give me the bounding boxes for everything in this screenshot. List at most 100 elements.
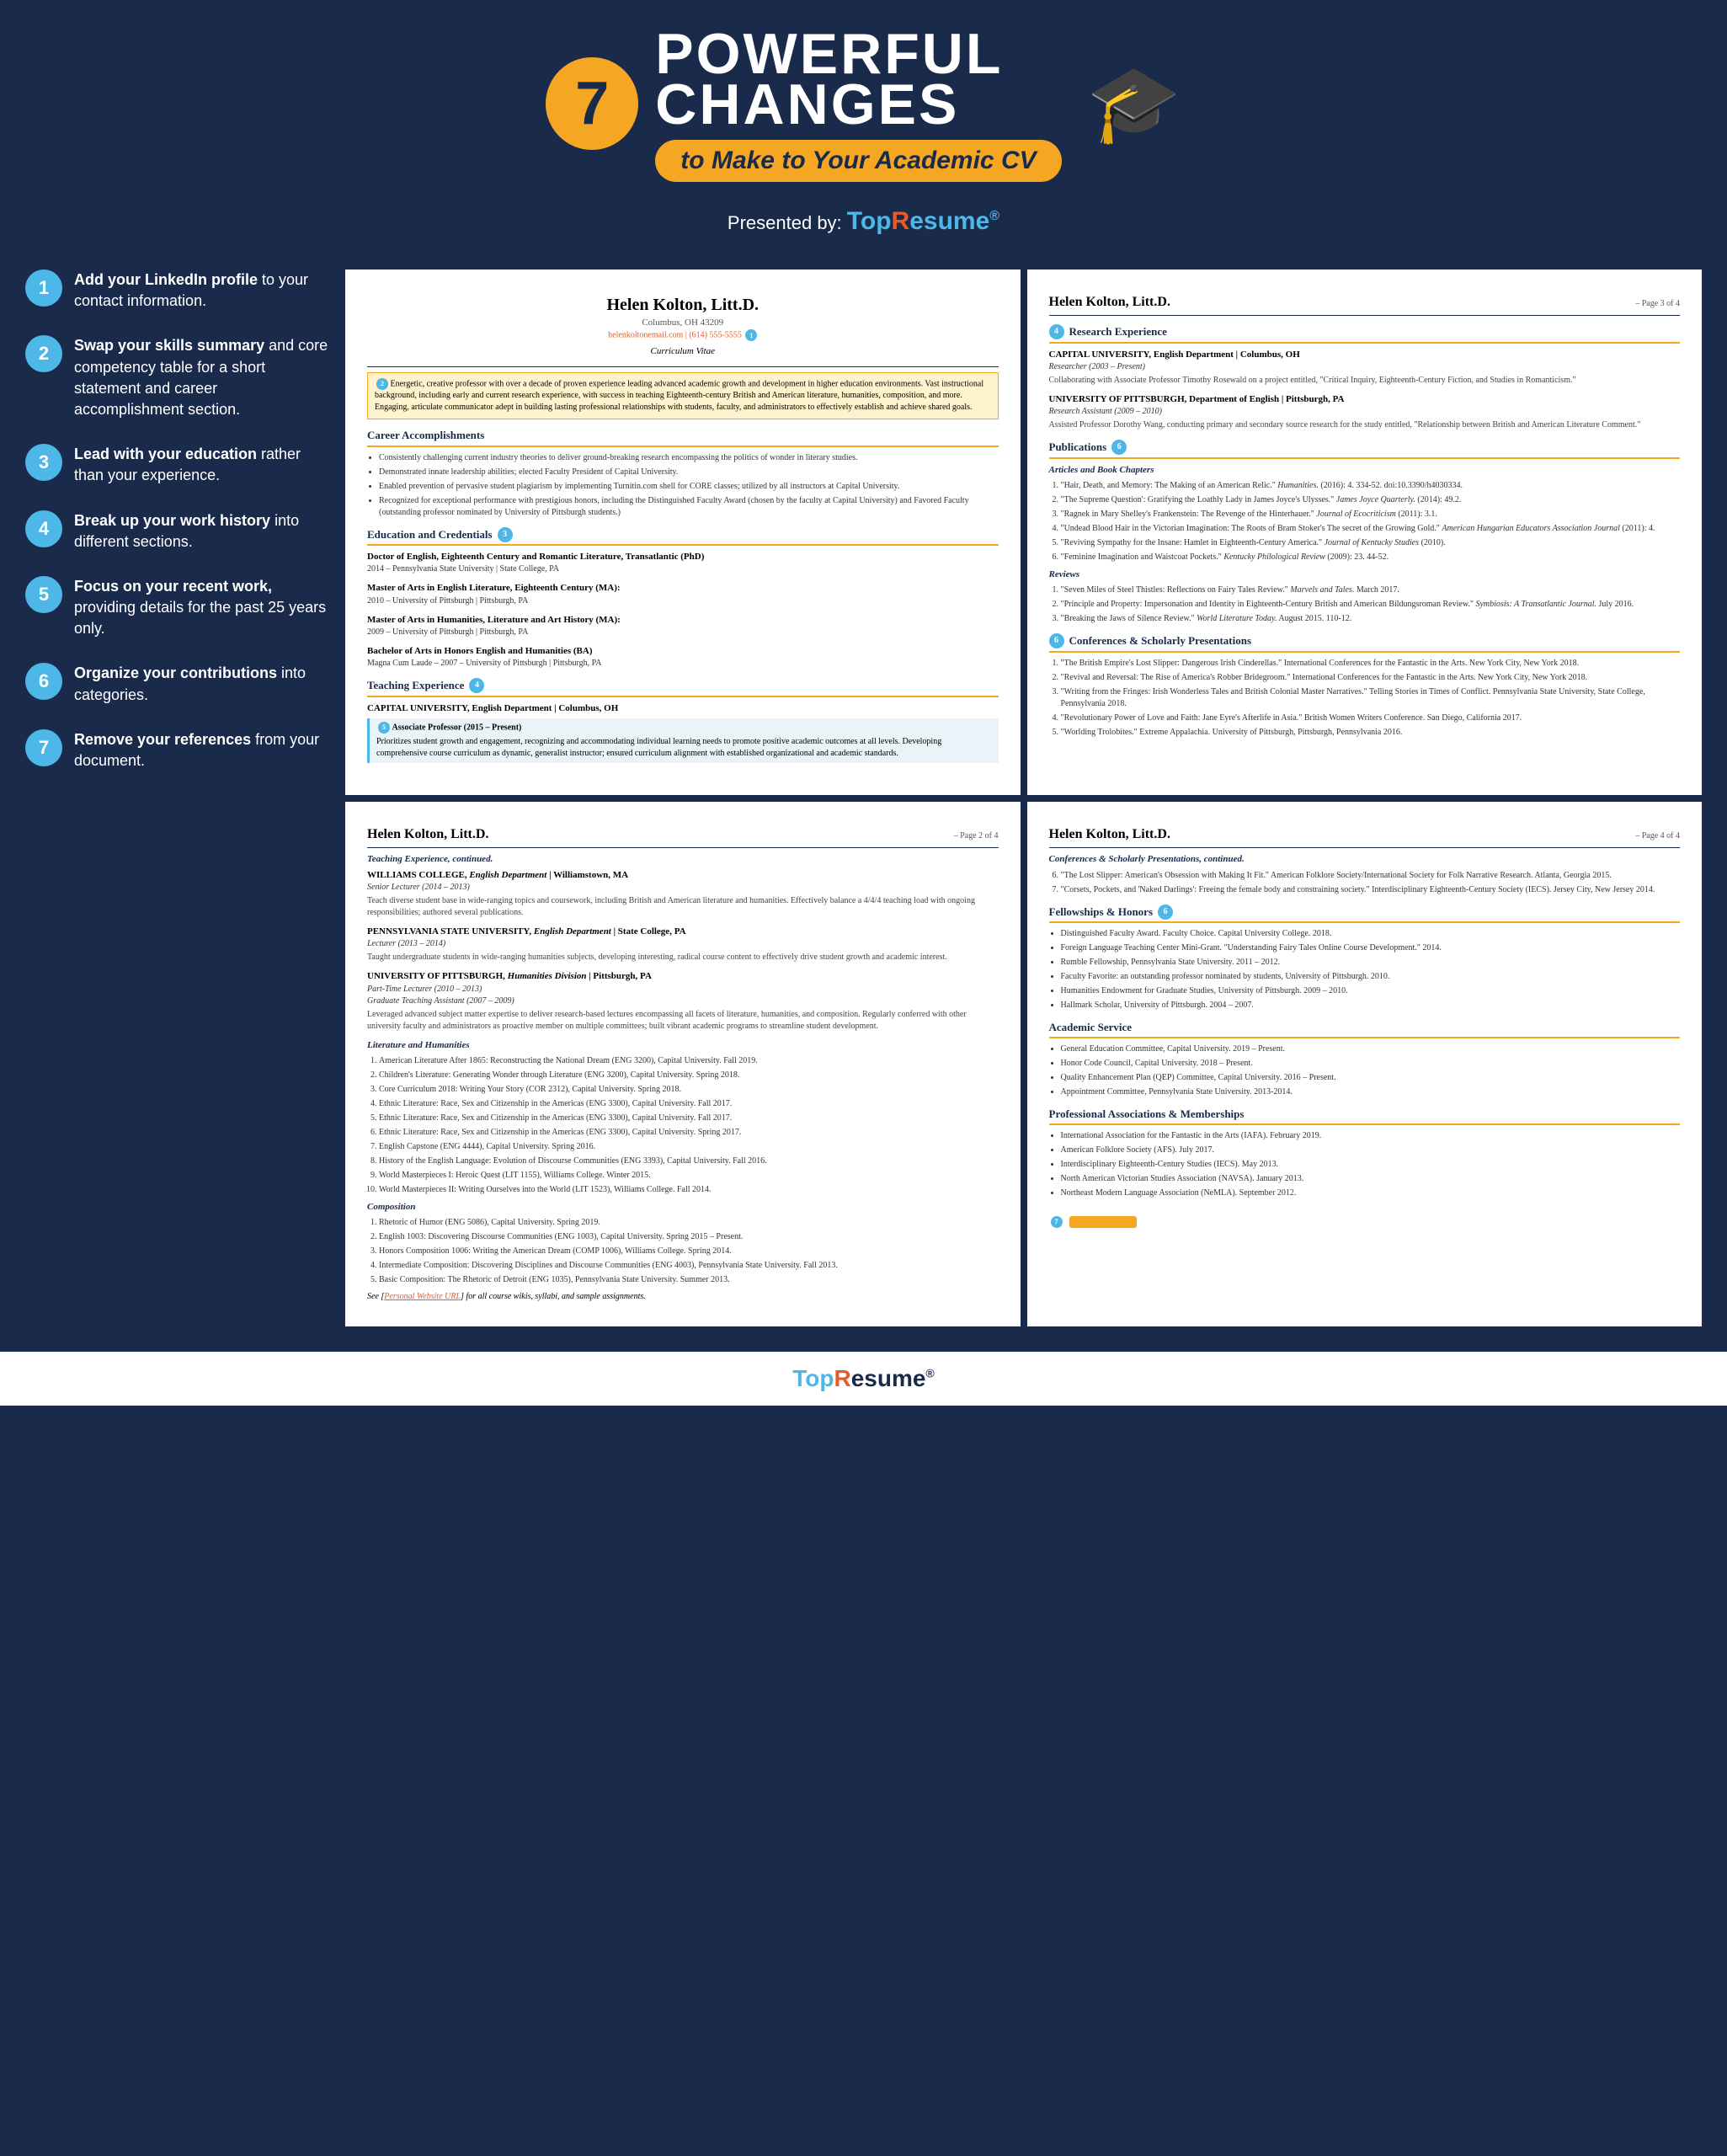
teaching-highlight-box: 5 Associate Professor (2015 – Present) P… xyxy=(367,718,999,763)
tip-6-text: Organize your contributions into categor… xyxy=(74,663,328,705)
assoc-1: International Association for the Fantas… xyxy=(1061,1130,1681,1142)
career-item-4: Recognized for exceptional performance w… xyxy=(379,495,999,519)
header-subtitle-bar: to Make to Your Academic CV xyxy=(655,140,1061,182)
contact-annotation-1: 1 xyxy=(745,329,757,341)
tip-5: 5 Focus on your recent work, providing d… xyxy=(25,576,328,640)
review-3: "Breaking the Jaws of Silence Review." W… xyxy=(1061,613,1681,625)
conf-7: "Corsets, Pockets, and 'Naked Darlings':… xyxy=(1061,884,1681,896)
edu-entry-4: Bachelor of Arts in Honors English and H… xyxy=(367,645,999,670)
research-badge-4: 4 xyxy=(1049,324,1064,339)
edu-entry-2: Master of Arts in English Literature, Ei… xyxy=(367,582,999,606)
cv-curricula: Curriculum Vitae xyxy=(367,345,999,358)
pitt-entry: UNIVERSITY OF PITTSBURGH, Humanities Div… xyxy=(367,970,999,1032)
cv-page-4: Helen Kolton, Litt.D. – Page 4 of 4 Conf… xyxy=(1027,802,1703,1327)
review-2: "Principle and Property: Impersonation a… xyxy=(1061,599,1681,611)
williams-entry: WILLIAMS COLLEGE, English Department | W… xyxy=(367,869,999,919)
fellowship-4: Faculty Favorite: an outstanding profess… xyxy=(1061,971,1681,983)
career-item-3: Enabled prevention of pervasive student … xyxy=(379,481,999,493)
tip-2: 2 Swap your skills summary and core comp… xyxy=(25,335,328,420)
tip-3-text: Lead with your education rather than you… xyxy=(74,444,328,486)
fellowships-list: Distinguished Faculty Award. Faculty Cho… xyxy=(1049,928,1681,1011)
teaching-section-title: Teaching Experience 4 xyxy=(367,678,999,696)
tip-2-text: Swap your skills summary and core compet… xyxy=(74,335,328,420)
academic-section-title: Academic Service xyxy=(1049,1020,1681,1038)
fellowship-1: Distinguished Faculty Award. Faculty Cho… xyxy=(1061,928,1681,940)
footer-topresume-logo: TopResume® xyxy=(13,1365,1714,1392)
presented-by: Presented by: TopResume® xyxy=(0,199,1727,253)
teaching-annotation-5: 5 xyxy=(378,722,390,734)
comp-course-3: Honors Composition 1006: Writing the Ame… xyxy=(379,1246,999,1257)
comp-courses-list: Rhetoric of Humor (ENG 5086), Capital Un… xyxy=(367,1217,999,1286)
comp-course-2: English 1003: Discovering Discourse Comm… xyxy=(379,1231,999,1243)
lit-course-9: World Masterpieces I: Heroic Quest (LIT … xyxy=(379,1170,999,1182)
career-list: Consistently challenging current industr… xyxy=(367,452,999,519)
articles-list: "Hair, Death, and Memory: The Making of … xyxy=(1049,480,1681,563)
conf-list: "The British Empire's Lost Slipper: Dang… xyxy=(1049,658,1681,739)
conf-section-title: 6 Conferences & Scholarly Presentations xyxy=(1049,633,1681,652)
academic-1: General Education Committee, Capital Uni… xyxy=(1061,1043,1681,1055)
academic-list: General Education Committee, Capital Uni… xyxy=(1049,1043,1681,1098)
summary-annotation-2: 2 xyxy=(376,378,388,390)
lit-section: Literature and Humanities xyxy=(367,1039,999,1052)
career-item-1: Consistently challenging current industr… xyxy=(379,452,999,464)
assoc-5: Northeast Modern Language Association (N… xyxy=(1061,1187,1681,1199)
see-note: See [Personal Website URL] for all cours… xyxy=(367,1291,999,1303)
lit-course-3: Core Curriculum 2018: Writing Your Story… xyxy=(379,1084,999,1096)
articles-header: Articles and Book Chapters xyxy=(1049,464,1681,477)
grad-cap-icon: 🎓 xyxy=(1087,60,1181,148)
tip-1-text: Add your LinkedIn profile to your contac… xyxy=(74,270,328,312)
cv-page1-contact: helenkoltonemail.com | (614) 555-5555 1 xyxy=(367,329,999,341)
research-entry-capital: CAPITAL UNIVERSITY, English Department |… xyxy=(1049,349,1681,387)
article-4: "Undead Blood Hair in the Victorian Imag… xyxy=(1061,523,1681,535)
reviews-header: Reviews xyxy=(1049,568,1681,581)
topresume-logo: TopResume® xyxy=(847,207,999,235)
career-section-title: Career Accomplishments xyxy=(367,428,999,446)
assoc-4: North American Victorian Studies Associa… xyxy=(1061,1173,1681,1185)
lit-course-7: English Capstone (ENG 4444), Capital Uni… xyxy=(379,1141,999,1153)
cv-page-1: Helen Kolton, Litt.D. Columbus, OH 43209… xyxy=(345,270,1021,795)
research-section-title: 4 Research Experience xyxy=(1049,324,1681,343)
education-badge-3: 3 xyxy=(498,527,513,542)
lit-course-2: Children's Literature: Generating Wonder… xyxy=(379,1070,999,1081)
tip-7-text: Remove your references from your documen… xyxy=(74,729,328,771)
tip-7: 7 Remove your references from your docum… xyxy=(25,729,328,771)
edu-entry-1: Doctor of English, Eighteenth Century an… xyxy=(367,551,999,575)
orange-redaction-bar xyxy=(1069,1216,1137,1228)
pub-section-title: Publications 6 xyxy=(1049,440,1681,458)
lit-course-1: American Literature After 1865: Reconstr… xyxy=(379,1055,999,1067)
article-2: "The Supreme Question': Gratifying the L… xyxy=(1061,494,1681,506)
references-annotation: 7 xyxy=(1049,1216,1681,1228)
research-entry-pitt: UNIVERSITY OF PITTSBURGH, Department of … xyxy=(1049,393,1681,431)
conf-continued: Conferences & Scholarly Presentations, c… xyxy=(1049,853,1681,866)
comp-course-4: Intermediate Composition: Discovering Di… xyxy=(379,1260,999,1272)
cv-page2-title-line: Helen Kolton, Litt.D. – Page 2 of 4 xyxy=(367,825,999,848)
footer-bar: TopResume® xyxy=(0,1352,1727,1406)
academic-2: Honor Code Council, Capital University. … xyxy=(1061,1058,1681,1070)
main-content: 1 Add your LinkedIn profile to your cont… xyxy=(0,253,1727,1343)
edu-entry-3: Master of Arts in Humanities, Literature… xyxy=(367,614,999,638)
pub-badge-6: 6 xyxy=(1111,440,1127,455)
fellowship-3: Rumble Fellowship, Pennsylvania State Un… xyxy=(1061,957,1681,969)
cv-pages-grid: Helen Kolton, Litt.D. Columbus, OH 43209… xyxy=(345,270,1702,1326)
tip-5-text: Focus on your recent work, providing det… xyxy=(74,576,328,640)
assoc-section-title: Professional Associations & Memberships xyxy=(1049,1107,1681,1125)
cv-page2-name: Helen Kolton, Litt.D. xyxy=(367,825,488,844)
conf-badge-6: 6 xyxy=(1049,633,1064,648)
cv-page3-name: Helen Kolton, Litt.D. xyxy=(1049,293,1170,312)
cv-page2-pagenum: – Page 2 of 4 xyxy=(954,830,999,842)
cv-page4-name: Helen Kolton, Litt.D. xyxy=(1049,825,1170,844)
lit-courses-list: American Literature After 1865: Reconstr… xyxy=(367,1055,999,1196)
tip-1-number: 1 xyxy=(25,270,62,307)
tip-4: 4 Break up your work history into differ… xyxy=(25,510,328,552)
cv-page3-pagenum: – Page 3 of 4 xyxy=(1635,298,1680,310)
fellowships-section-title: Fellowships & Honors 6 xyxy=(1049,905,1681,923)
comp-section: Composition xyxy=(367,1201,999,1214)
header-number: 7 xyxy=(546,57,638,150)
conf-more-list: "The Lost Slipper: American's Obsession … xyxy=(1049,870,1681,896)
tips-sidebar: 1 Add your LinkedIn profile to your cont… xyxy=(25,270,345,1326)
comp-course-1: Rhetoric of Humor (ENG 5086), Capital Un… xyxy=(379,1217,999,1229)
conf-5: "Worlding Trolobites." Extreme Appalachi… xyxy=(1061,727,1681,739)
conf-4: "Revolutionary Power of Love and Faith: … xyxy=(1061,712,1681,724)
lit-course-4: Ethnic Literature: Race, Sex and Citizen… xyxy=(379,1098,999,1110)
lit-course-10: World Masterpieces II: Writing Ourselves… xyxy=(379,1184,999,1196)
